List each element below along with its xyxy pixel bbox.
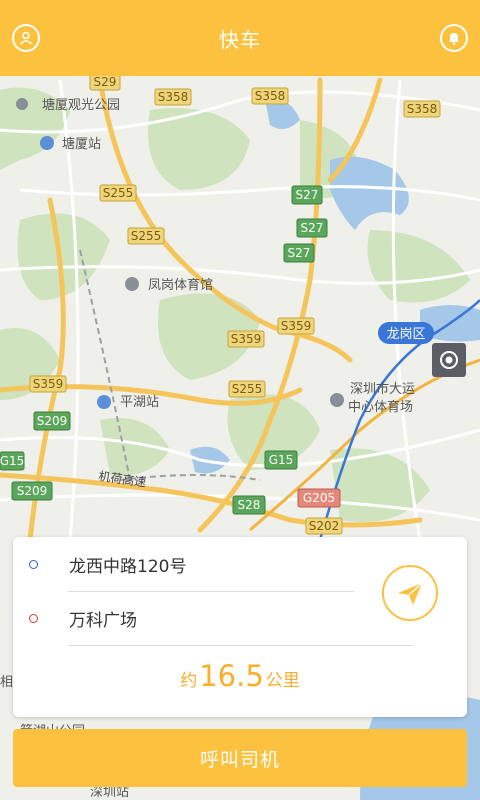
svg-text:S358: S358 xyxy=(255,89,286,103)
origin-dot-icon xyxy=(29,559,38,569)
origin-row[interactable]: 龙西中路120号 xyxy=(13,537,373,591)
road-label: S29 xyxy=(94,75,117,89)
svg-text:S358: S358 xyxy=(407,102,438,116)
destination-address: 万科广场 xyxy=(69,610,137,631)
svg-text:塘厦站: 塘厦站 xyxy=(62,136,101,152)
distance-unit: 公里 xyxy=(265,671,300,691)
distance-value: 16.5 xyxy=(199,659,264,693)
svg-text:S27: S27 xyxy=(296,188,319,202)
svg-text:S202: S202 xyxy=(309,519,340,533)
notification-button[interactable] xyxy=(440,24,468,52)
svg-text:S27: S27 xyxy=(301,221,324,235)
svg-text:S209: S209 xyxy=(17,484,48,498)
svg-text:深圳市大运: 深圳市大运 xyxy=(350,381,415,397)
bell-icon xyxy=(449,33,459,45)
svg-text:S255: S255 xyxy=(103,186,134,200)
divider xyxy=(68,645,413,646)
svg-text:S209: S209 xyxy=(37,414,68,428)
locate-button[interactable] xyxy=(432,343,466,377)
svg-text:S255: S255 xyxy=(131,229,162,243)
distance-estimate: 约16.5 公里 xyxy=(13,659,467,693)
user-icon xyxy=(19,31,33,45)
page-title: 快车 xyxy=(219,27,261,52)
svg-text:S358: S358 xyxy=(158,90,189,104)
svg-text:深圳站: 深圳站 xyxy=(90,785,129,800)
svg-text:G205: G205 xyxy=(303,491,335,505)
svg-text:S28: S28 xyxy=(238,498,261,512)
distance-prefix: 约 xyxy=(180,671,198,691)
call-driver-button[interactable]: 呼叫司机 xyxy=(13,729,467,787)
svg-text:平湖站: 平湖站 xyxy=(120,395,159,410)
send-location-button[interactable] xyxy=(382,565,438,621)
locate-icon xyxy=(440,351,458,369)
svg-text:G15: G15 xyxy=(0,454,24,468)
origin-address: 龙西中路120号 xyxy=(69,556,187,577)
paper-plane-icon xyxy=(398,582,423,605)
svg-text:S255: S255 xyxy=(232,382,263,396)
svg-text:S359: S359 xyxy=(281,319,312,333)
district-badge: 龙岗区 xyxy=(386,327,425,342)
svg-text:S359: S359 xyxy=(33,377,64,391)
destination-row[interactable]: 万科广场 xyxy=(13,591,373,645)
svg-text:凤岗体育馆: 凤岗体育馆 xyxy=(148,277,213,293)
route-card: 龙西中路120号 万科广场 约16.5 公里 xyxy=(13,537,467,717)
user-button[interactable] xyxy=(12,24,40,52)
svg-text:中心体育场: 中心体育场 xyxy=(348,399,413,415)
svg-text:G15: G15 xyxy=(269,453,294,467)
destination-dot-icon xyxy=(29,613,38,623)
svg-text:S359: S359 xyxy=(231,332,262,346)
svg-text:S27: S27 xyxy=(288,246,311,260)
poi-label: 塘厦观光公园 xyxy=(42,97,120,113)
svg-text:相: 相 xyxy=(0,675,13,690)
app-header: 快车 xyxy=(0,0,480,76)
